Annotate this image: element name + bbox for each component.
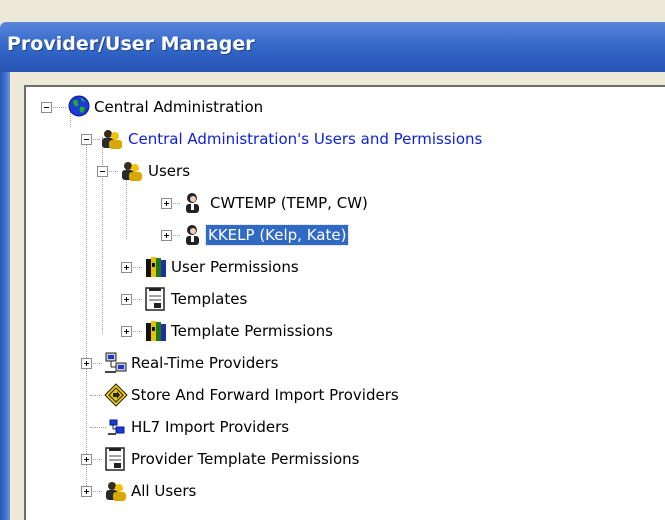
tree-item-label: HL7 Import Providers — [131, 418, 290, 436]
document-icon — [144, 287, 166, 311]
window-frame-left — [0, 72, 10, 520]
collapse-toggle[interactable] — [81, 134, 92, 145]
tree-line — [90, 427, 106, 428]
tree-item-label: User Permissions — [171, 258, 299, 276]
tree-item-user-permissions[interactable]: User Permissions — [169, 255, 301, 279]
collapse-toggle[interactable] — [41, 102, 52, 113]
expand-toggle[interactable] — [81, 454, 92, 465]
tree-item-label: KKELP (Kelp, Kate) — [204, 224, 350, 246]
document-icon — [104, 447, 126, 471]
expand-toggle[interactable] — [161, 198, 172, 209]
expand-toggle[interactable] — [121, 326, 132, 337]
expand-toggle[interactable] — [81, 486, 92, 497]
network-icon — [104, 351, 127, 373]
tree-item-label: Real-Time Providers — [131, 354, 279, 372]
users-group-icon — [104, 480, 126, 502]
tree-item-label: Store And Forward Import Providers — [131, 386, 399, 404]
expand-toggle[interactable] — [81, 358, 92, 369]
tree-item-label: Users — [148, 162, 191, 180]
window: Provider/User Manager Central Administra… — [0, 0, 665, 520]
expand-toggle[interactable] — [121, 294, 132, 305]
expand-toggle[interactable] — [121, 262, 132, 273]
tree-item-realtime-providers[interactable]: Real-Time Providers — [129, 351, 280, 375]
tree-item-store-and-forward-providers[interactable]: Store And Forward Import Providers — [129, 383, 401, 407]
tree-view[interactable]: Central Administration Central Administr… — [24, 85, 665, 520]
tree-line — [90, 395, 102, 396]
tree-item-templates[interactable]: Templates — [169, 287, 249, 311]
diamond-sign-icon — [104, 383, 128, 407]
books-icon — [144, 319, 166, 341]
globe-icon — [68, 95, 90, 117]
tree-item-all-users[interactable]: All Users — [129, 479, 198, 503]
tree-item-label: CWTEMP (TEMP, CW) — [210, 194, 368, 212]
expand-toggle[interactable] — [161, 230, 172, 241]
tree-item-label: Templates — [171, 290, 248, 308]
users-group-icon — [100, 128, 122, 150]
tree-item-user-cwtemp[interactable]: CWTEMP (TEMP, CW) — [208, 191, 370, 215]
user-icon — [183, 192, 205, 214]
tree-item-central-administration[interactable]: Central Administration — [92, 95, 265, 119]
tree-item-label: Template Permissions — [171, 322, 333, 340]
user-icon — [183, 224, 205, 246]
tree-item-hl7-import-providers[interactable]: HL7 Import Providers — [129, 415, 291, 439]
tree-item-users[interactable]: Users — [146, 159, 192, 183]
tree-item-users-and-permissions[interactable]: Central Administration's Users and Permi… — [126, 127, 484, 151]
books-icon — [144, 255, 166, 277]
collapse-toggle[interactable] — [97, 166, 108, 177]
hl7-icon — [106, 417, 128, 439]
window-title: Provider/User Manager — [7, 33, 255, 55]
title-bar[interactable]: Provider/User Manager — [0, 22, 665, 72]
users-group-icon — [120, 160, 142, 182]
tree-item-provider-template-permissions[interactable]: Provider Template Permissions — [129, 447, 361, 471]
tree-item-user-kkelp[interactable]: KKELP (Kelp, Kate) — [204, 223, 350, 247]
tree-item-label: Central Administration — [94, 98, 264, 116]
tree-item-label: Provider Template Permissions — [131, 450, 360, 468]
tree-line — [86, 137, 87, 492]
tree-item-label: All Users — [131, 482, 197, 500]
tree-item-template-permissions[interactable]: Template Permissions — [169, 319, 335, 343]
tree-item-label: Central Administration's Users and Permi… — [128, 130, 483, 148]
